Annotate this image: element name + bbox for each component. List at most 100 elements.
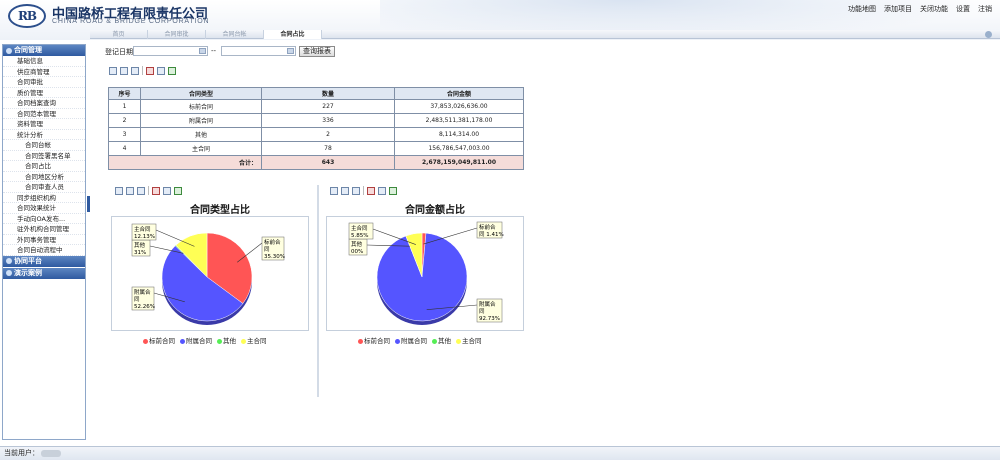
group-icon — [6, 270, 12, 276]
chart1-box: 标前合同 35.30% 附属合同 52.26% 其他 31% 主合同 12.13% — [111, 216, 309, 331]
logo-text: RB — [17, 9, 37, 23]
main-content: 登记日期 -- 查询报表 序号 合同类型 数量 合同金额 1 标前合同 227 37,… — [95, 44, 995, 444]
export-icon[interactable] — [115, 186, 123, 195]
tab-contract-approval[interactable]: 合同审批 — [148, 30, 206, 39]
sidebar-item[interactable]: 合同效果统计 — [3, 203, 85, 214]
sidebar-item[interactable]: 合同档案查询 — [3, 98, 85, 109]
sidebar-item[interactable]: 合同台帐 — [3, 140, 85, 151]
sidebar-group-collab[interactable]: 协同平台 — [3, 255, 85, 267]
word-icon[interactable] — [157, 66, 165, 75]
excel-icon[interactable] — [168, 66, 176, 75]
col-header-type: 合同类型 — [140, 87, 262, 100]
col-header-count: 数量 — [261, 87, 395, 100]
group-icon — [6, 47, 12, 54]
sidebar-item[interactable]: 资料管理 — [3, 119, 85, 130]
legend-label: 标前合同 — [149, 337, 175, 345]
chart1-legend: 标前合同 附属合同 其他 主合同 — [143, 335, 267, 345]
sidebar-item[interactable]: 合同签署黑名单 — [3, 151, 85, 161]
total-count: 643 — [261, 155, 395, 170]
word-icon[interactable] — [163, 186, 171, 195]
legend-swatch — [432, 338, 437, 344]
export-icon[interactable] — [330, 186, 338, 195]
top-links: 功能地图 添加项目 关闭功能 设置 注销 — [848, 4, 992, 14]
table-total-row: 合计： 643 2,678,159,049,811.00 — [108, 155, 524, 170]
toolbar-separator — [363, 186, 364, 195]
sidebar-item[interactable]: 合同地区分析 — [3, 172, 85, 182]
legend-label: 附属合同 — [186, 337, 212, 345]
chart1-title: 合同类型占比 — [190, 205, 250, 216]
sidebar-item[interactable]: 驻外机构合同管理 — [3, 224, 85, 235]
tab-contract-ledger[interactable]: 合同台帐 — [206, 30, 264, 39]
date-separator: -- — [211, 47, 217, 55]
table-cell: 2 — [108, 113, 141, 128]
chart1-toolbar — [115, 185, 182, 196]
sidebar-group-demo[interactable]: 演示案例 — [3, 267, 85, 279]
sidebar-collapse-handle[interactable] — [87, 196, 90, 212]
query-report-button[interactable]: 查询报表 — [299, 46, 335, 57]
excel-icon[interactable] — [174, 186, 182, 195]
table-cell: 标前合同 — [140, 99, 262, 114]
sidebar-item[interactable]: 合同审批 — [3, 77, 85, 88]
legend-swatch — [217, 338, 222, 344]
excel-icon[interactable] — [389, 186, 397, 195]
company-logo: RB — [8, 4, 46, 28]
sidebar-item[interactable]: 合同范本管理 — [3, 109, 85, 119]
table-toolbar — [109, 65, 176, 76]
legend-label: 其他 — [223, 337, 236, 345]
sidebar-item[interactable]: 统计分析 — [3, 130, 85, 140]
print-icon[interactable] — [131, 66, 139, 75]
legend-item: 主合同 — [456, 335, 482, 345]
group-label: 合同管理 — [14, 46, 42, 54]
tab-contract-ratio[interactable]: 合同占比 — [264, 30, 322, 39]
link-logout[interactable]: 注销 — [978, 4, 992, 14]
current-user-label: 当前用户： — [4, 449, 39, 457]
chart1-pie: 标前合同 35.30%附属合同 52.26%其他 31%主合同 12.13% — [131, 223, 285, 325]
toolbar-separator — [142, 66, 143, 75]
group-label: 演示案例 — [14, 268, 42, 277]
legend-item: 其他 — [432, 335, 451, 345]
print-icon[interactable] — [137, 186, 145, 195]
summary-table: 序号 合同类型 数量 合同金额 1 标前合同 227 37,853,026,636.0… — [108, 87, 524, 170]
link-close-function[interactable]: 关闭功能 — [920, 4, 948, 14]
pdf-icon[interactable] — [146, 66, 154, 75]
company-english-name: CHINA ROAD & BRIDGE CORPORATION — [52, 18, 210, 25]
sidebar-item[interactable]: 质价管理 — [3, 88, 85, 98]
sidebar-item[interactable]: 手动向OA发布... — [3, 214, 85, 224]
pdf-icon[interactable] — [152, 186, 160, 195]
calendar-icon[interactable] — [287, 48, 294, 54]
link-settings[interactable]: 设置 — [956, 4, 970, 14]
legend-swatch — [241, 338, 246, 344]
tab-home[interactable]: 首页 — [90, 30, 148, 39]
chart2-pie: 标前合同 1.41%附属合同 92.73%其他 00%主合同 5.85% — [348, 221, 504, 325]
sidebar-item[interactable]: 合同自动流程中 — [3, 245, 85, 256]
word-icon[interactable] — [378, 186, 386, 195]
date-to-field[interactable] — [221, 46, 296, 56]
date-from-field[interactable] — [133, 46, 208, 56]
print-icon[interactable] — [352, 186, 360, 195]
tab-scroll-icon[interactable] — [985, 31, 992, 38]
sidebar-item[interactable]: 基础信息 — [3, 56, 85, 67]
sidebar-item[interactable]: 外同事务管理 — [3, 235, 85, 245]
table-cell: 37,853,026,636.00 — [394, 99, 524, 114]
document-icon[interactable] — [126, 186, 134, 195]
legend-item: 标前合同 — [358, 335, 390, 345]
table-cell: 227 — [261, 99, 395, 114]
sidebar-item[interactable]: 合同审查人员 — [3, 182, 85, 193]
legend-label: 标前合同 — [364, 337, 390, 345]
sidebar-item[interactable]: 供应商管理 — [3, 67, 85, 77]
link-add-item[interactable]: 添加项目 — [884, 4, 912, 14]
sidebar-group-contract[interactable]: 合同管理 — [3, 45, 85, 56]
calendar-icon[interactable] — [199, 48, 206, 54]
document-icon[interactable] — [341, 186, 349, 195]
export-icon[interactable] — [109, 66, 117, 75]
legend-label: 主合同 — [462, 337, 482, 345]
current-user-value — [41, 449, 61, 457]
legend-swatch — [180, 338, 185, 344]
document-icon[interactable] — [120, 66, 128, 75]
sidebar-item[interactable]: 合同占比 — [3, 161, 85, 172]
table-row: 1 标前合同 227 37,853,026,636.00 — [108, 99, 524, 114]
sidebar-item[interactable]: 同步组织机构 — [3, 193, 85, 203]
pdf-icon[interactable] — [367, 186, 375, 195]
link-function-map[interactable]: 功能地图 — [848, 4, 876, 14]
sidebar: 合同管理 基础信息 供应商管理 合同审批 质价管理 合同档案查询 合同范本管理 资料管理 统计… — [2, 44, 86, 440]
